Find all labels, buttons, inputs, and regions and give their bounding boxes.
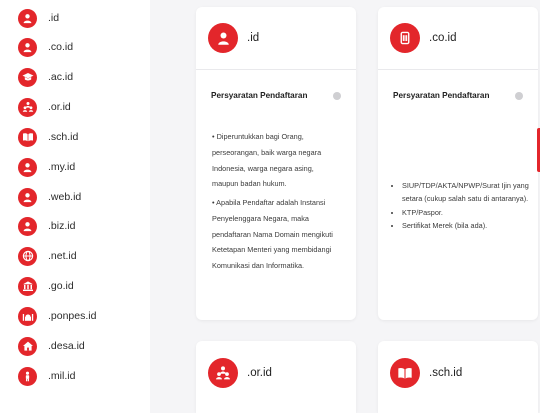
sidebar-item-label: .go.id: [48, 280, 74, 292]
card-header: .or.id: [196, 341, 356, 404]
card-title: .co.id: [429, 32, 457, 44]
collapse-toggle[interactable]: [515, 92, 523, 100]
user-icon: [18, 216, 37, 236]
sidebar-item-mil-id[interactable]: .mil.id: [18, 365, 75, 387]
book-icon: [390, 357, 420, 388]
sidebar-item-id[interactable]: .id: [18, 7, 59, 29]
sidebar-item-co-id[interactable]: .co.id: [18, 36, 73, 58]
domain-card-id: .id Persyaratan Pendaftaran • Diperuntuk…: [196, 7, 356, 320]
house-icon: [18, 336, 37, 356]
sidebar-item-label: .net.id: [48, 250, 77, 262]
user-icon: [208, 23, 238, 53]
requirement-paragraph: • Diperuntukkan bagi Orang, perseorangan…: [212, 132, 322, 189]
building-icon: [18, 276, 37, 296]
sidebar-item-label: .biz.id: [48, 220, 76, 232]
list-item: Sertifikat Merek (bila ada).: [402, 219, 530, 232]
sidebar-item-ponpes-id[interactable]: .ponpes.id: [18, 305, 96, 327]
card-header: .sch.id: [378, 341, 538, 404]
person-icon: [18, 366, 37, 386]
card-title: .id: [247, 32, 260, 44]
card-header: .co.id: [378, 7, 538, 70]
sidebar-item-my-id[interactable]: .my.id: [18, 156, 75, 178]
sidebar-item-web-id[interactable]: .web.id: [18, 186, 81, 208]
list-item: SIUP/TDP/AKTA/NPWP/Surat Ijin yang setar…: [402, 179, 530, 206]
user-icon: [18, 8, 37, 28]
sidebar-item-label: .desa.id: [48, 340, 85, 352]
sidebar-item-label: .my.id: [48, 161, 76, 173]
people-icon: [208, 357, 238, 388]
sidebar-item-go-id[interactable]: .go.id: [18, 275, 74, 297]
domain-card-co-id: .co.id Persyaratan Pendaftaran SIUP/TDP/…: [378, 7, 538, 320]
sidebar-item-net-id[interactable]: .net.id: [18, 245, 77, 267]
domain-card-sch-id: .sch.id: [378, 341, 538, 413]
requirements-title: Persyaratan Pendaftaran: [393, 91, 490, 100]
book-icon: [18, 127, 37, 147]
globe-icon: [18, 246, 37, 266]
sidebar-item-label: .or.id: [48, 101, 71, 113]
sidebar: .id .co.id .ac.id .or.id .sch.id .my.id: [0, 0, 150, 413]
user-icon: [18, 187, 37, 207]
sidebar-item-label: .ponpes.id: [48, 310, 97, 322]
domain-card-or-id: .or.id: [196, 341, 356, 413]
card-title: .or.id: [247, 366, 272, 379]
sidebar-item-label: .ac.id: [48, 71, 74, 83]
sidebar-item-label: .sch.id: [48, 131, 79, 143]
requirement-paragraph: • Apabila Pendaftar adalah Instansi Peny…: [212, 198, 333, 271]
sidebar-item-label: .web.id: [48, 191, 82, 203]
card-header: .id: [196, 7, 356, 70]
requirements-list: SIUP/TDP/AKTA/NPWP/Surat Ijin yang setar…: [388, 179, 530, 233]
requirements-title: Persyaratan Pendaftaran: [211, 91, 308, 100]
graduation-cap-icon: [18, 67, 37, 87]
people-icon: [18, 97, 37, 117]
sidebar-item-sch-id[interactable]: .sch.id: [18, 126, 78, 148]
sidebar-item-label: .id: [48, 12, 60, 24]
sidebar-item-label: .co.id: [48, 41, 74, 53]
sidebar-item-ac-id[interactable]: .ac.id: [18, 66, 73, 88]
sidebar-item-or-id[interactable]: .or.id: [18, 96, 71, 118]
card-title: .sch.id: [429, 366, 463, 379]
list-item: KTP/Paspor.: [402, 206, 530, 219]
sidebar-item-biz-id[interactable]: .biz.id: [18, 215, 75, 237]
sidebar-item-label: .mil.id: [48, 370, 76, 382]
mosque-icon: [18, 306, 37, 326]
user-icon: [18, 157, 37, 177]
collapse-toggle[interactable]: [333, 92, 341, 100]
sidebar-item-desa-id[interactable]: .desa.id: [18, 335, 85, 357]
document-icon: [390, 23, 420, 53]
user-icon: [18, 37, 37, 57]
